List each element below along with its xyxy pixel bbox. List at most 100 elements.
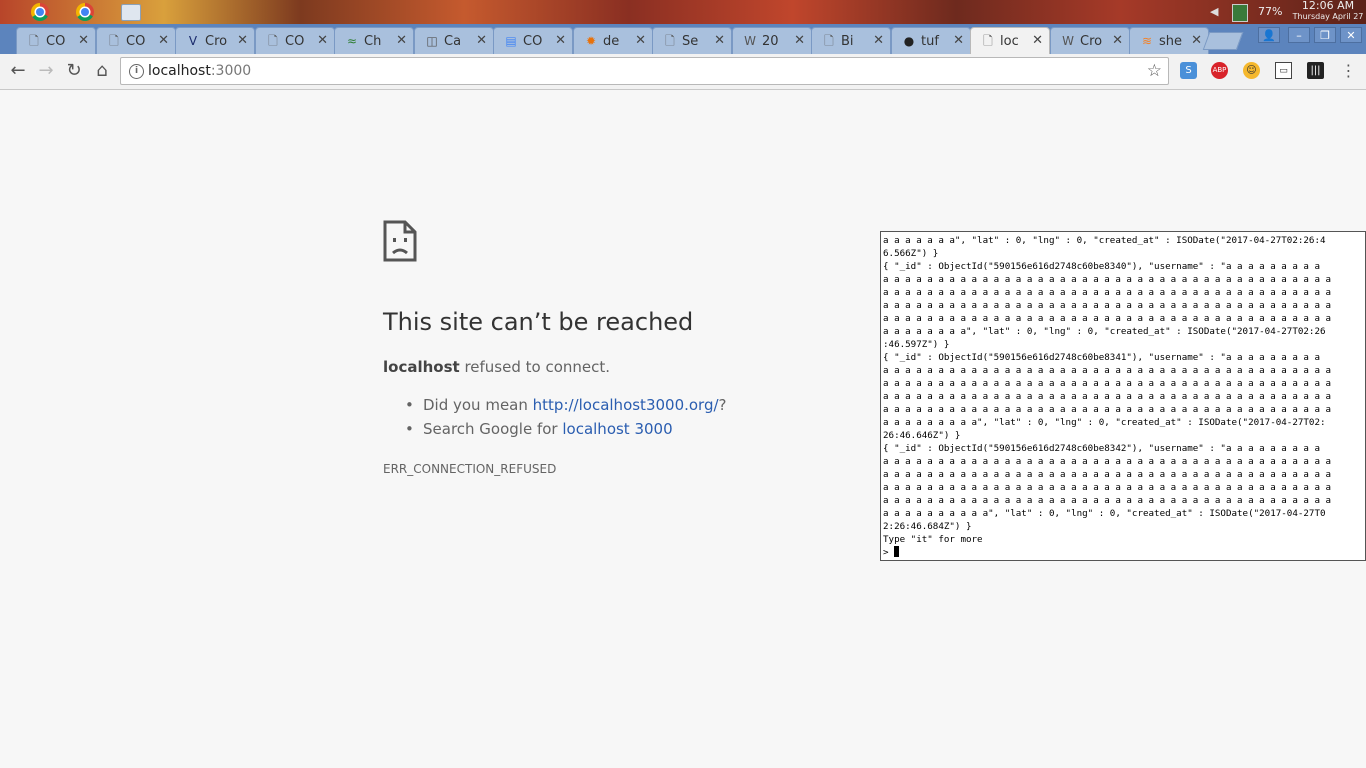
profile-button[interactable]: 👤 — [1258, 27, 1280, 43]
tab-15[interactable]: ≋ she ✕ — [1129, 27, 1209, 54]
page-icon: 🗋 — [268, 34, 278, 48]
address-bar-url: localhost:3000 — [148, 63, 251, 79]
tab-title: CO — [285, 34, 305, 49]
tab-12[interactable]: ● tuf ✕ — [891, 27, 971, 54]
page-icon: 🗋 — [665, 34, 675, 48]
tab-13[interactable]: 🗋 loc ✕ — [970, 27, 1050, 55]
tab-10[interactable]: W 20 ✕ — [732, 27, 812, 54]
tab-14[interactable]: W Cro ✕ — [1050, 27, 1130, 54]
terminal-window[interactable]: a a a a a a a", "lat" : 0, "lng" : 0, "c… — [880, 231, 1366, 561]
tab-4[interactable]: 🗋 CO ✕ — [255, 27, 335, 54]
tab-3[interactable]: V Cro ✕ — [175, 27, 255, 54]
tab-7[interactable]: ▤ CO ✕ — [493, 27, 573, 54]
desktop-top-panel: ◀ 77% 12:06 AM Thursday April 27 — [0, 0, 1366, 24]
emoji-extension-icon[interactable]: ☺ — [1243, 62, 1260, 79]
tab-2[interactable]: 🗋 CO ✕ — [96, 27, 176, 54]
menu-dots-icon[interactable]: ⋮ — [1340, 62, 1357, 79]
page-icon: 🗋 — [983, 34, 993, 48]
wikipedia-icon: W — [1062, 34, 1074, 48]
tab-close-icon[interactable]: ✕ — [1191, 33, 1202, 48]
tab-close-icon[interactable]: ✕ — [635, 33, 646, 48]
google-docs-icon: ▤ — [505, 34, 517, 48]
new-tab-button[interactable] — [1202, 32, 1244, 50]
tab-close-icon[interactable]: ✕ — [1032, 33, 1043, 48]
stack-icon: ≋ — [1141, 34, 1153, 48]
tab-title: Cro — [1080, 34, 1103, 49]
terminal-output: a a a a a a a", "lat" : 0, "lng" : 0, "c… — [881, 232, 1365, 559]
tab-title: tuf — [921, 34, 939, 49]
suggested-url-link[interactable]: http://localhost3000.org/ — [533, 396, 719, 414]
tab-close-icon[interactable]: ✕ — [237, 33, 248, 48]
tab-close-icon[interactable]: ✕ — [953, 33, 964, 48]
minimize-button[interactable]: – — [1288, 27, 1310, 43]
tab-8[interactable]: ✹ de ✕ — [573, 27, 653, 54]
bookmark-star-icon[interactable]: ☆ — [1147, 61, 1162, 81]
tab-title: Bi — [841, 34, 854, 49]
error-message-text: refused to connect. — [459, 358, 611, 376]
suggestion-prefix: Search Google for — [423, 420, 563, 438]
clock-time: 12:06 AM — [1301, 0, 1355, 12]
mongo-output: a a a a a a a", "lat" : 0, "lng" : 0, "c… — [883, 235, 1332, 545]
tab-close-icon[interactable]: ✕ — [476, 33, 487, 48]
tab-close-icon[interactable]: ✕ — [714, 33, 725, 48]
tab-title: de — [603, 34, 620, 49]
forward-arrow-icon[interactable]: → — [34, 60, 58, 82]
suggestion-did-you-mean: Did you mean http://localhost3000.org/? — [405, 396, 727, 420]
tab-9[interactable]: 🗋 Se ✕ — [652, 27, 732, 54]
tab-5[interactable]: ≈ Ch ✕ — [334, 27, 414, 54]
clock[interactable]: 12:06 AM Thursday April 27 — [1292, 0, 1364, 22]
tab-1[interactable]: 🗋 CO ✕ — [16, 27, 96, 54]
tab-title: Cro — [205, 34, 228, 49]
tab-close-icon[interactable]: ✕ — [873, 33, 884, 48]
tab-title: Se — [682, 34, 699, 49]
v-logo-icon: V — [188, 34, 198, 48]
gear-icon: ✹ — [585, 34, 597, 48]
error-code: ERR_CONNECTION_REFUSED — [383, 462, 557, 476]
sound-muted-icon[interactable]: ◀ — [1210, 5, 1222, 18]
suggestion-search-google: Search Google for localhost 3000 — [405, 420, 727, 444]
github-icon: ● — [903, 34, 915, 48]
suggestions-list: Did you mean http://localhost3000.org/? … — [405, 396, 727, 444]
tab-title: CO — [523, 34, 543, 49]
window-list-icon[interactable] — [121, 4, 141, 21]
tab-close-icon[interactable]: ✕ — [1112, 33, 1123, 48]
tab-title: 20 — [762, 34, 779, 49]
suggestion-prefix: Did you mean — [423, 396, 533, 414]
adblock-plus-icon[interactable]: ABP — [1211, 62, 1228, 79]
tab-title: CO — [46, 34, 66, 49]
tab-close-icon[interactable]: ✕ — [78, 33, 89, 48]
info-icon[interactable]: i — [129, 64, 144, 79]
extension-dark-icon[interactable]: ||| — [1307, 62, 1324, 79]
tab-close-icon[interactable]: ✕ — [555, 33, 566, 48]
home-icon[interactable]: ⌂ — [90, 60, 114, 82]
tab-11[interactable]: 🗋 Bi ✕ — [811, 27, 891, 54]
clock-date: Thursday April 27 — [1292, 12, 1364, 21]
chrome-launcher-icon-2[interactable] — [76, 3, 94, 21]
error-message: localhost refused to connect. — [383, 358, 610, 376]
screen-capture-icon[interactable]: ▭ — [1275, 62, 1292, 79]
address-bar[interactable]: i localhost:3000 ☆ — [120, 57, 1169, 85]
extension-s-icon[interactable]: S — [1180, 62, 1197, 79]
shell-prompt: > — [883, 547, 895, 558]
back-arrow-icon[interactable]: ← — [6, 60, 30, 82]
reload-icon[interactable]: ↻ — [62, 60, 86, 82]
battery-icon[interactable] — [1232, 4, 1248, 22]
tab-close-icon[interactable]: ✕ — [158, 33, 169, 48]
page-icon: 🗋 — [29, 34, 39, 48]
url-host: localhost — [148, 63, 211, 79]
tab-title: Ch — [364, 34, 382, 49]
tab-close-icon[interactable]: ✕ — [317, 33, 328, 48]
text-cursor — [894, 546, 900, 557]
suggestion-suffix: ? — [718, 396, 727, 414]
chart-icon: ≈ — [346, 34, 358, 48]
tab-close-icon[interactable]: ✕ — [794, 33, 805, 48]
maximize-button[interactable]: ❐ — [1314, 27, 1336, 43]
url-port: :3000 — [210, 63, 252, 79]
tab-close-icon[interactable]: ✕ — [396, 33, 407, 48]
tab-6[interactable]: ◫ Ca ✕ — [414, 27, 494, 54]
close-window-button[interactable]: ✕ — [1340, 27, 1362, 43]
tab-title: she — [1159, 34, 1183, 49]
tab-title: Ca — [444, 34, 462, 49]
chrome-launcher-icon[interactable] — [31, 3, 49, 21]
search-google-link[interactable]: localhost 3000 — [562, 420, 672, 438]
